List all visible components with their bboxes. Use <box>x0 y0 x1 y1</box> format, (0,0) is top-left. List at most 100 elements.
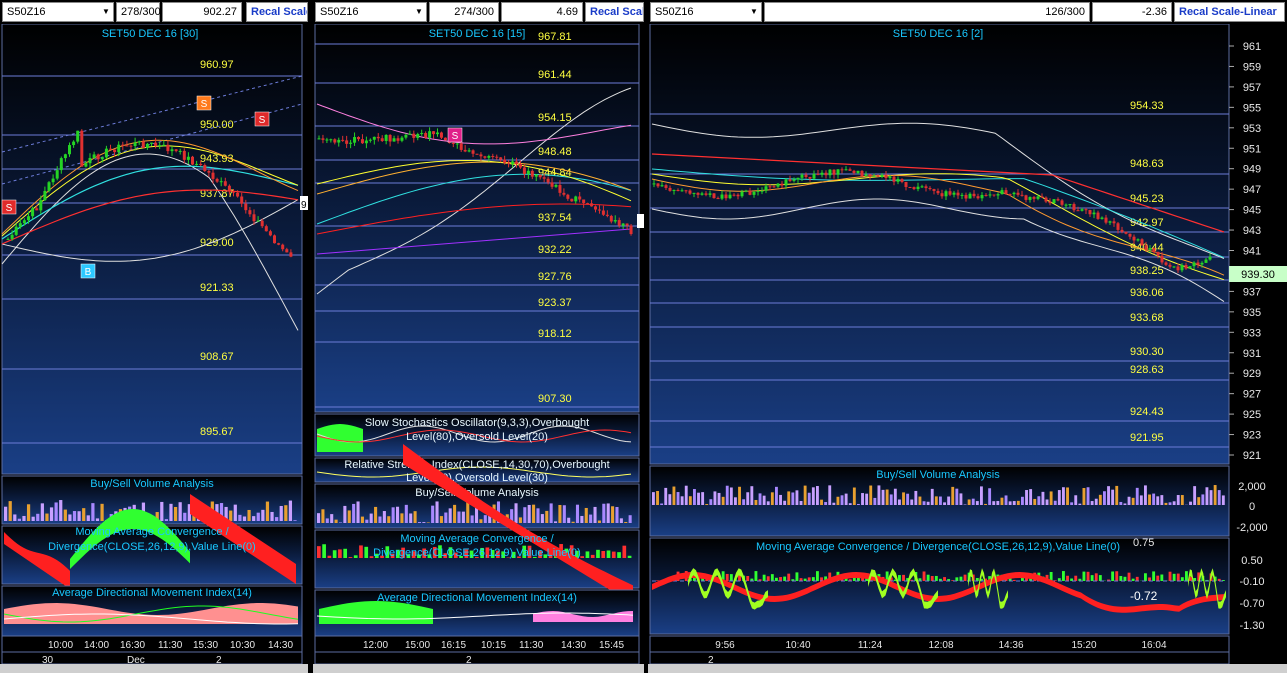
volume-bar <box>1062 487 1065 505</box>
volume-bar <box>951 486 955 505</box>
volume-bar <box>1197 497 1201 505</box>
macd-histogram-bar <box>1066 575 1069 581</box>
candle-body <box>1068 204 1072 206</box>
macd-histogram-bar <box>1131 578 1135 581</box>
time-axis <box>1 635 303 653</box>
chart-pane-1[interactable]: S50Z16 ▼ 278/300 902.27 Recal Scale SET5… <box>0 0 308 673</box>
time-label: 15:20 <box>1071 640 1096 651</box>
candle-body <box>676 190 680 192</box>
candle-body <box>211 172 215 179</box>
volume-bar <box>439 516 443 523</box>
volume-bar <box>589 514 593 523</box>
volume-bar <box>1172 501 1176 505</box>
volume-bar <box>971 498 975 505</box>
macd-histogram-bar <box>606 550 611 558</box>
pane-1-chart[interactable]: SET50 DEC 16 [30] 960.97 950.00 943.93 937.8… <box>0 23 308 673</box>
volume-bar <box>575 504 580 523</box>
candle-body <box>368 139 372 141</box>
time-label: 9:56 <box>715 640 735 651</box>
macd-histogram-bar <box>963 574 967 581</box>
chevron-down-icon[interactable]: ▼ <box>749 6 759 18</box>
macd-histogram-bar <box>317 546 321 558</box>
candle-body <box>479 154 483 157</box>
macd-histogram-bar <box>596 549 600 558</box>
candle-body <box>928 188 932 190</box>
symbol-text: S50Z16 <box>7 6 46 18</box>
volume-bar <box>762 495 766 505</box>
candle-body <box>554 185 558 187</box>
macd-top-label: 0.75 <box>1133 537 1154 549</box>
volume-bar <box>947 496 951 505</box>
indicator-title: Level(80),Oversold Level(20) <box>406 431 548 443</box>
bar-count: 126/300 <box>764 2 1090 22</box>
candle-body <box>844 169 848 171</box>
price-label: 923.37 <box>538 297 572 309</box>
volume-bar <box>602 503 606 523</box>
volume-bar <box>791 492 795 505</box>
scrollbar <box>313 664 644 673</box>
volume-bar <box>1041 491 1045 505</box>
macd-axis-label: -0.70 <box>1239 598 1264 610</box>
candle-body <box>912 187 916 190</box>
candle-body <box>1052 199 1056 204</box>
chart-pane-3[interactable]: S50Z16 ▼ 126/300 -2.36 Recal Scale-Linea… <box>648 0 1287 673</box>
candle-body <box>904 181 908 187</box>
symbol-select[interactable]: S50Z16 ▼ <box>2 2 114 22</box>
candle-body <box>174 149 178 152</box>
chart-pane-2[interactable]: S50Z16 ▼ 274/300 4.69 Recal Scale SET50 … <box>313 0 644 673</box>
candle-body <box>570 198 574 202</box>
volume-bar <box>721 496 725 505</box>
volume-bar <box>360 516 364 523</box>
pane-1-svg[interactable]: SET50 DEC 16 [30]960.97950.00943.93937.8… <box>0 23 308 673</box>
candle-body <box>768 186 772 188</box>
recal-scale-button[interactable]: Recal Scale <box>585 2 644 22</box>
recal-scale-button[interactable]: Recal Scale <box>246 2 308 22</box>
volume-bar <box>898 499 901 505</box>
volume-bar <box>1066 487 1069 505</box>
chevron-down-icon[interactable]: ▼ <box>414 6 424 18</box>
pane-3-svg[interactable]: SET50 DEC 16 [2]954.33948.63945.23942.97… <box>648 23 1287 673</box>
volume-bar <box>857 503 860 505</box>
volume-bar <box>160 501 164 521</box>
candle-body <box>586 203 590 205</box>
volume-bar <box>906 493 910 505</box>
volume-bar <box>1033 498 1037 505</box>
candle-body <box>227 185 231 192</box>
volume-bar <box>902 492 905 505</box>
price-label: 948.48 <box>538 146 572 158</box>
pane-3-chart[interactable]: SET50 DEC 16 [2] 954.33 948.63 945.23 942.97… <box>648 23 1287 673</box>
candle-body <box>55 170 59 179</box>
candle-body <box>1104 217 1108 223</box>
chevron-down-icon[interactable]: ▼ <box>101 6 111 18</box>
scrollbar <box>0 664 308 673</box>
time-label: 15:30 <box>193 640 218 651</box>
symbol-select[interactable]: S50Z16 ▼ <box>315 2 427 22</box>
candle-body <box>154 142 158 146</box>
volume-bar <box>1025 490 1028 505</box>
candle-body <box>219 181 223 183</box>
macd-histogram-bar <box>1082 571 1086 581</box>
volume-bar <box>279 505 283 521</box>
volume-bar <box>996 500 1000 505</box>
macd-histogram-bar <box>1135 576 1139 581</box>
pane-2-svg[interactable]: SET50 DEC 16 [15] 967.81 961.44 954.15 948.4… <box>313 23 644 673</box>
candle-body <box>353 137 357 143</box>
volume-bar <box>807 492 811 505</box>
volume-bar <box>738 486 741 505</box>
candle-body <box>203 164 207 172</box>
indicator-title: Buy/Sell Volume Analysis <box>876 469 1000 481</box>
symbol-select[interactable]: S50Z16 ▼ <box>650 2 762 22</box>
pane-2-chart[interactable]: SET50 DEC 16 [15] 967.81 961.44 954.15 948.4… <box>313 23 644 673</box>
signal-sell-marker-label: S <box>201 99 208 110</box>
candle-body <box>264 226 268 232</box>
volume-bar <box>910 499 914 505</box>
volume-bar <box>63 509 67 521</box>
volume-bar <box>293 520 297 521</box>
candle-body <box>712 193 716 199</box>
volume-bar <box>242 516 247 521</box>
recal-scale-button[interactable]: Recal Scale-Linear <box>1174 2 1285 22</box>
volume-bar <box>178 502 182 521</box>
candle-body <box>1040 196 1044 198</box>
macd-histogram-bar <box>934 575 938 581</box>
last-price-label: 9 <box>301 200 307 211</box>
